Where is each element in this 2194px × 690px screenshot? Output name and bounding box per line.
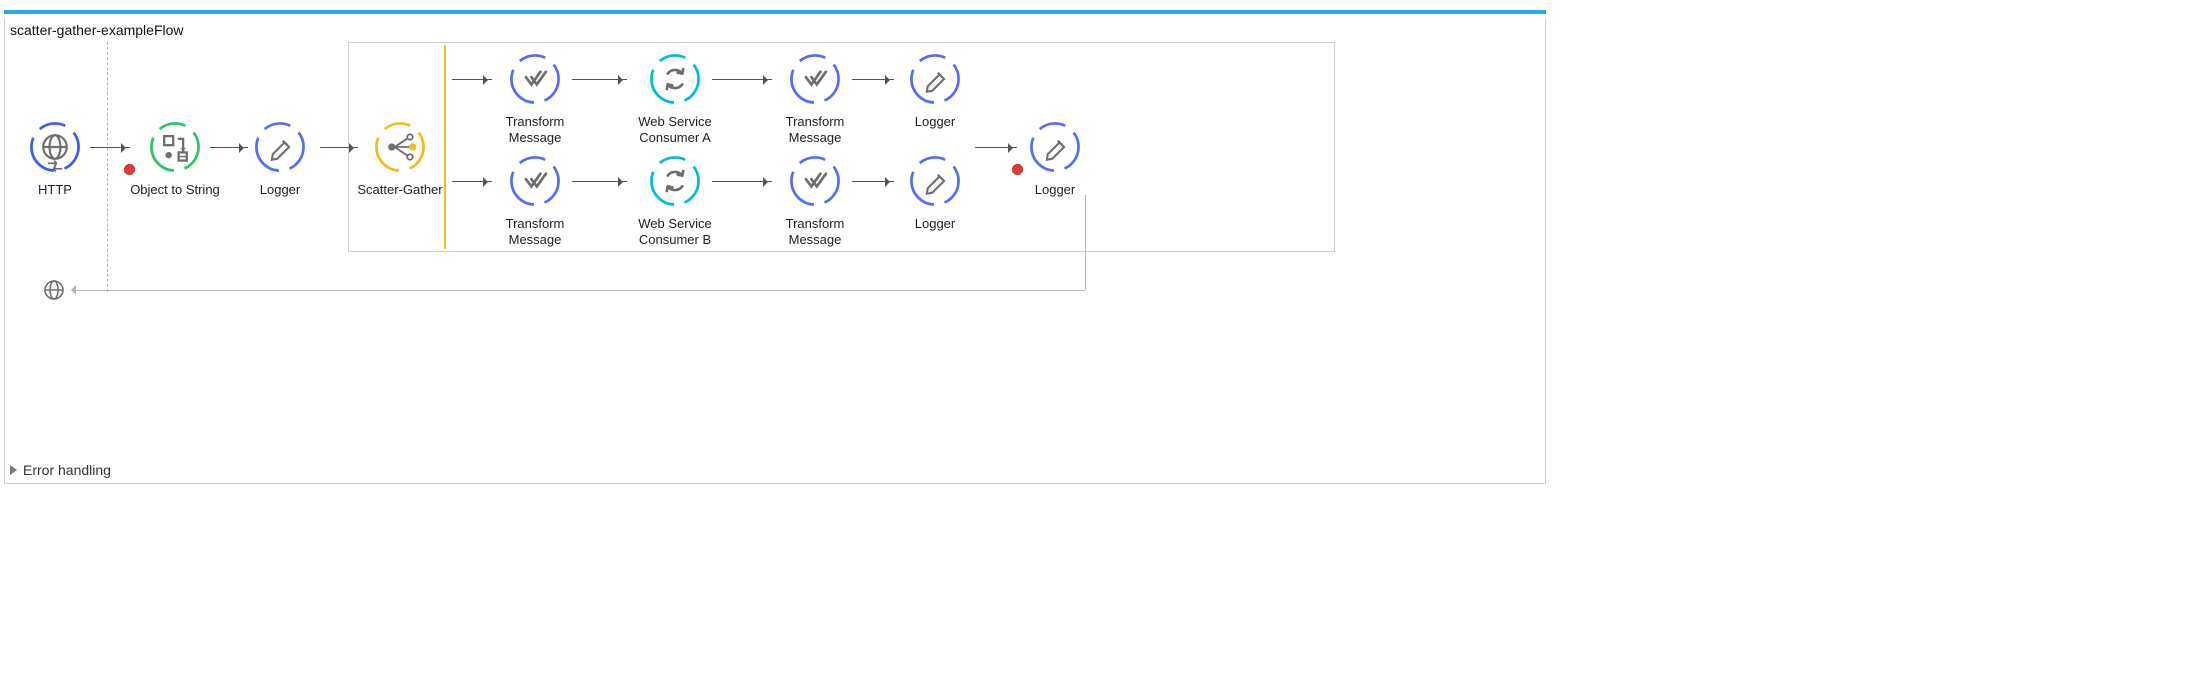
pencil-icon bbox=[251, 118, 309, 176]
web-service-icon bbox=[646, 50, 704, 108]
transformer-icon bbox=[146, 118, 204, 176]
flow-accent-bar bbox=[4, 10, 1546, 14]
pencil-icon bbox=[906, 50, 964, 108]
web-service-icon bbox=[646, 152, 704, 210]
response-globe-icon bbox=[42, 278, 66, 302]
return-path bbox=[72, 290, 1085, 291]
pencil-icon bbox=[1026, 118, 1084, 176]
breakpoint-dot[interactable] bbox=[1012, 164, 1023, 175]
http-listener-label: HTTP bbox=[10, 182, 100, 198]
flow-arrow bbox=[572, 181, 627, 182]
transform-message-node[interactable]: Transform Message bbox=[770, 152, 860, 249]
scatter-gather-label: Scatter-Gather bbox=[350, 182, 450, 198]
flow-arrow bbox=[452, 181, 492, 182]
logger-label: Logger bbox=[1010, 182, 1100, 198]
breakpoint-dot[interactable] bbox=[124, 164, 135, 175]
web-service-consumer-label: Web Service Consumer B bbox=[620, 216, 730, 249]
flow-arrow bbox=[712, 79, 772, 80]
source-divider bbox=[107, 42, 108, 292]
return-path bbox=[1085, 195, 1086, 290]
logger-node[interactable]: Logger bbox=[235, 118, 325, 198]
error-handling-toggle[interactable]: Error handling bbox=[10, 462, 111, 478]
transform-message-label: Transform Message bbox=[490, 216, 580, 249]
error-handling-label: Error handling bbox=[23, 462, 111, 478]
flow-arrow bbox=[712, 181, 772, 182]
dataweave-icon bbox=[506, 152, 564, 210]
flow-arrow bbox=[975, 147, 1017, 148]
flow-arrow bbox=[572, 79, 627, 80]
web-service-consumer-label: Web Service Consumer A bbox=[620, 114, 730, 147]
flow-arrow bbox=[852, 79, 894, 80]
transform-message-label: Transform Message bbox=[490, 114, 580, 147]
web-service-consumer-node[interactable]: Web Service Consumer B bbox=[620, 152, 730, 249]
web-service-consumer-node[interactable]: Web Service Consumer A bbox=[620, 50, 730, 147]
expand-triangle-icon bbox=[10, 465, 17, 475]
logger-node[interactable]: Logger bbox=[1010, 118, 1100, 198]
scatter-icon bbox=[371, 118, 429, 176]
transform-message-node[interactable]: Transform Message bbox=[490, 50, 580, 147]
return-arrowhead bbox=[66, 285, 76, 295]
flow-arrow bbox=[90, 147, 130, 148]
transform-message-label: Transform Message bbox=[770, 216, 860, 249]
transform-message-node[interactable]: Transform Message bbox=[770, 50, 860, 147]
dataweave-icon bbox=[786, 152, 844, 210]
flow-canvas: scatter-gather-exampleFlow HTTP bbox=[0, 0, 1550, 488]
flow-arrow bbox=[320, 147, 358, 148]
transform-message-label: Transform Message bbox=[770, 114, 860, 147]
flow-arrow bbox=[210, 147, 248, 148]
object-to-string-node[interactable]: Object to String bbox=[120, 118, 230, 198]
globe-icon bbox=[26, 118, 84, 176]
dataweave-icon bbox=[786, 50, 844, 108]
logger-node[interactable]: Logger bbox=[890, 152, 980, 232]
logger-label: Logger bbox=[890, 114, 980, 130]
logger-label: Logger bbox=[890, 216, 980, 232]
dataweave-icon bbox=[506, 50, 564, 108]
object-to-string-label: Object to String bbox=[120, 182, 230, 198]
scatter-gather-node[interactable]: Scatter-Gather bbox=[350, 118, 450, 198]
transform-message-node[interactable]: Transform Message bbox=[490, 152, 580, 249]
flow-title: scatter-gather-exampleFlow bbox=[10, 22, 184, 38]
flow-arrow bbox=[852, 181, 894, 182]
pencil-icon bbox=[906, 152, 964, 210]
logger-node[interactable]: Logger bbox=[890, 50, 980, 130]
flow-arrow bbox=[452, 79, 492, 80]
logger-label: Logger bbox=[235, 182, 325, 198]
http-listener-node[interactable]: HTTP bbox=[10, 118, 100, 198]
